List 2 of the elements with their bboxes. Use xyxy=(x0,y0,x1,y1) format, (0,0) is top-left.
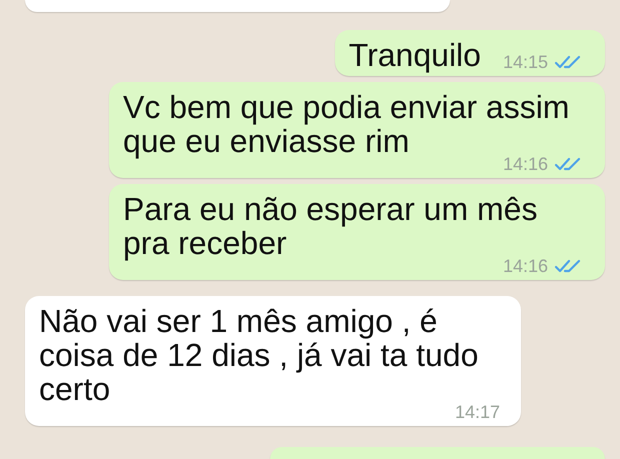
message-text: Tranquilo xyxy=(348,36,481,72)
message-time: 14:15 xyxy=(502,51,548,74)
